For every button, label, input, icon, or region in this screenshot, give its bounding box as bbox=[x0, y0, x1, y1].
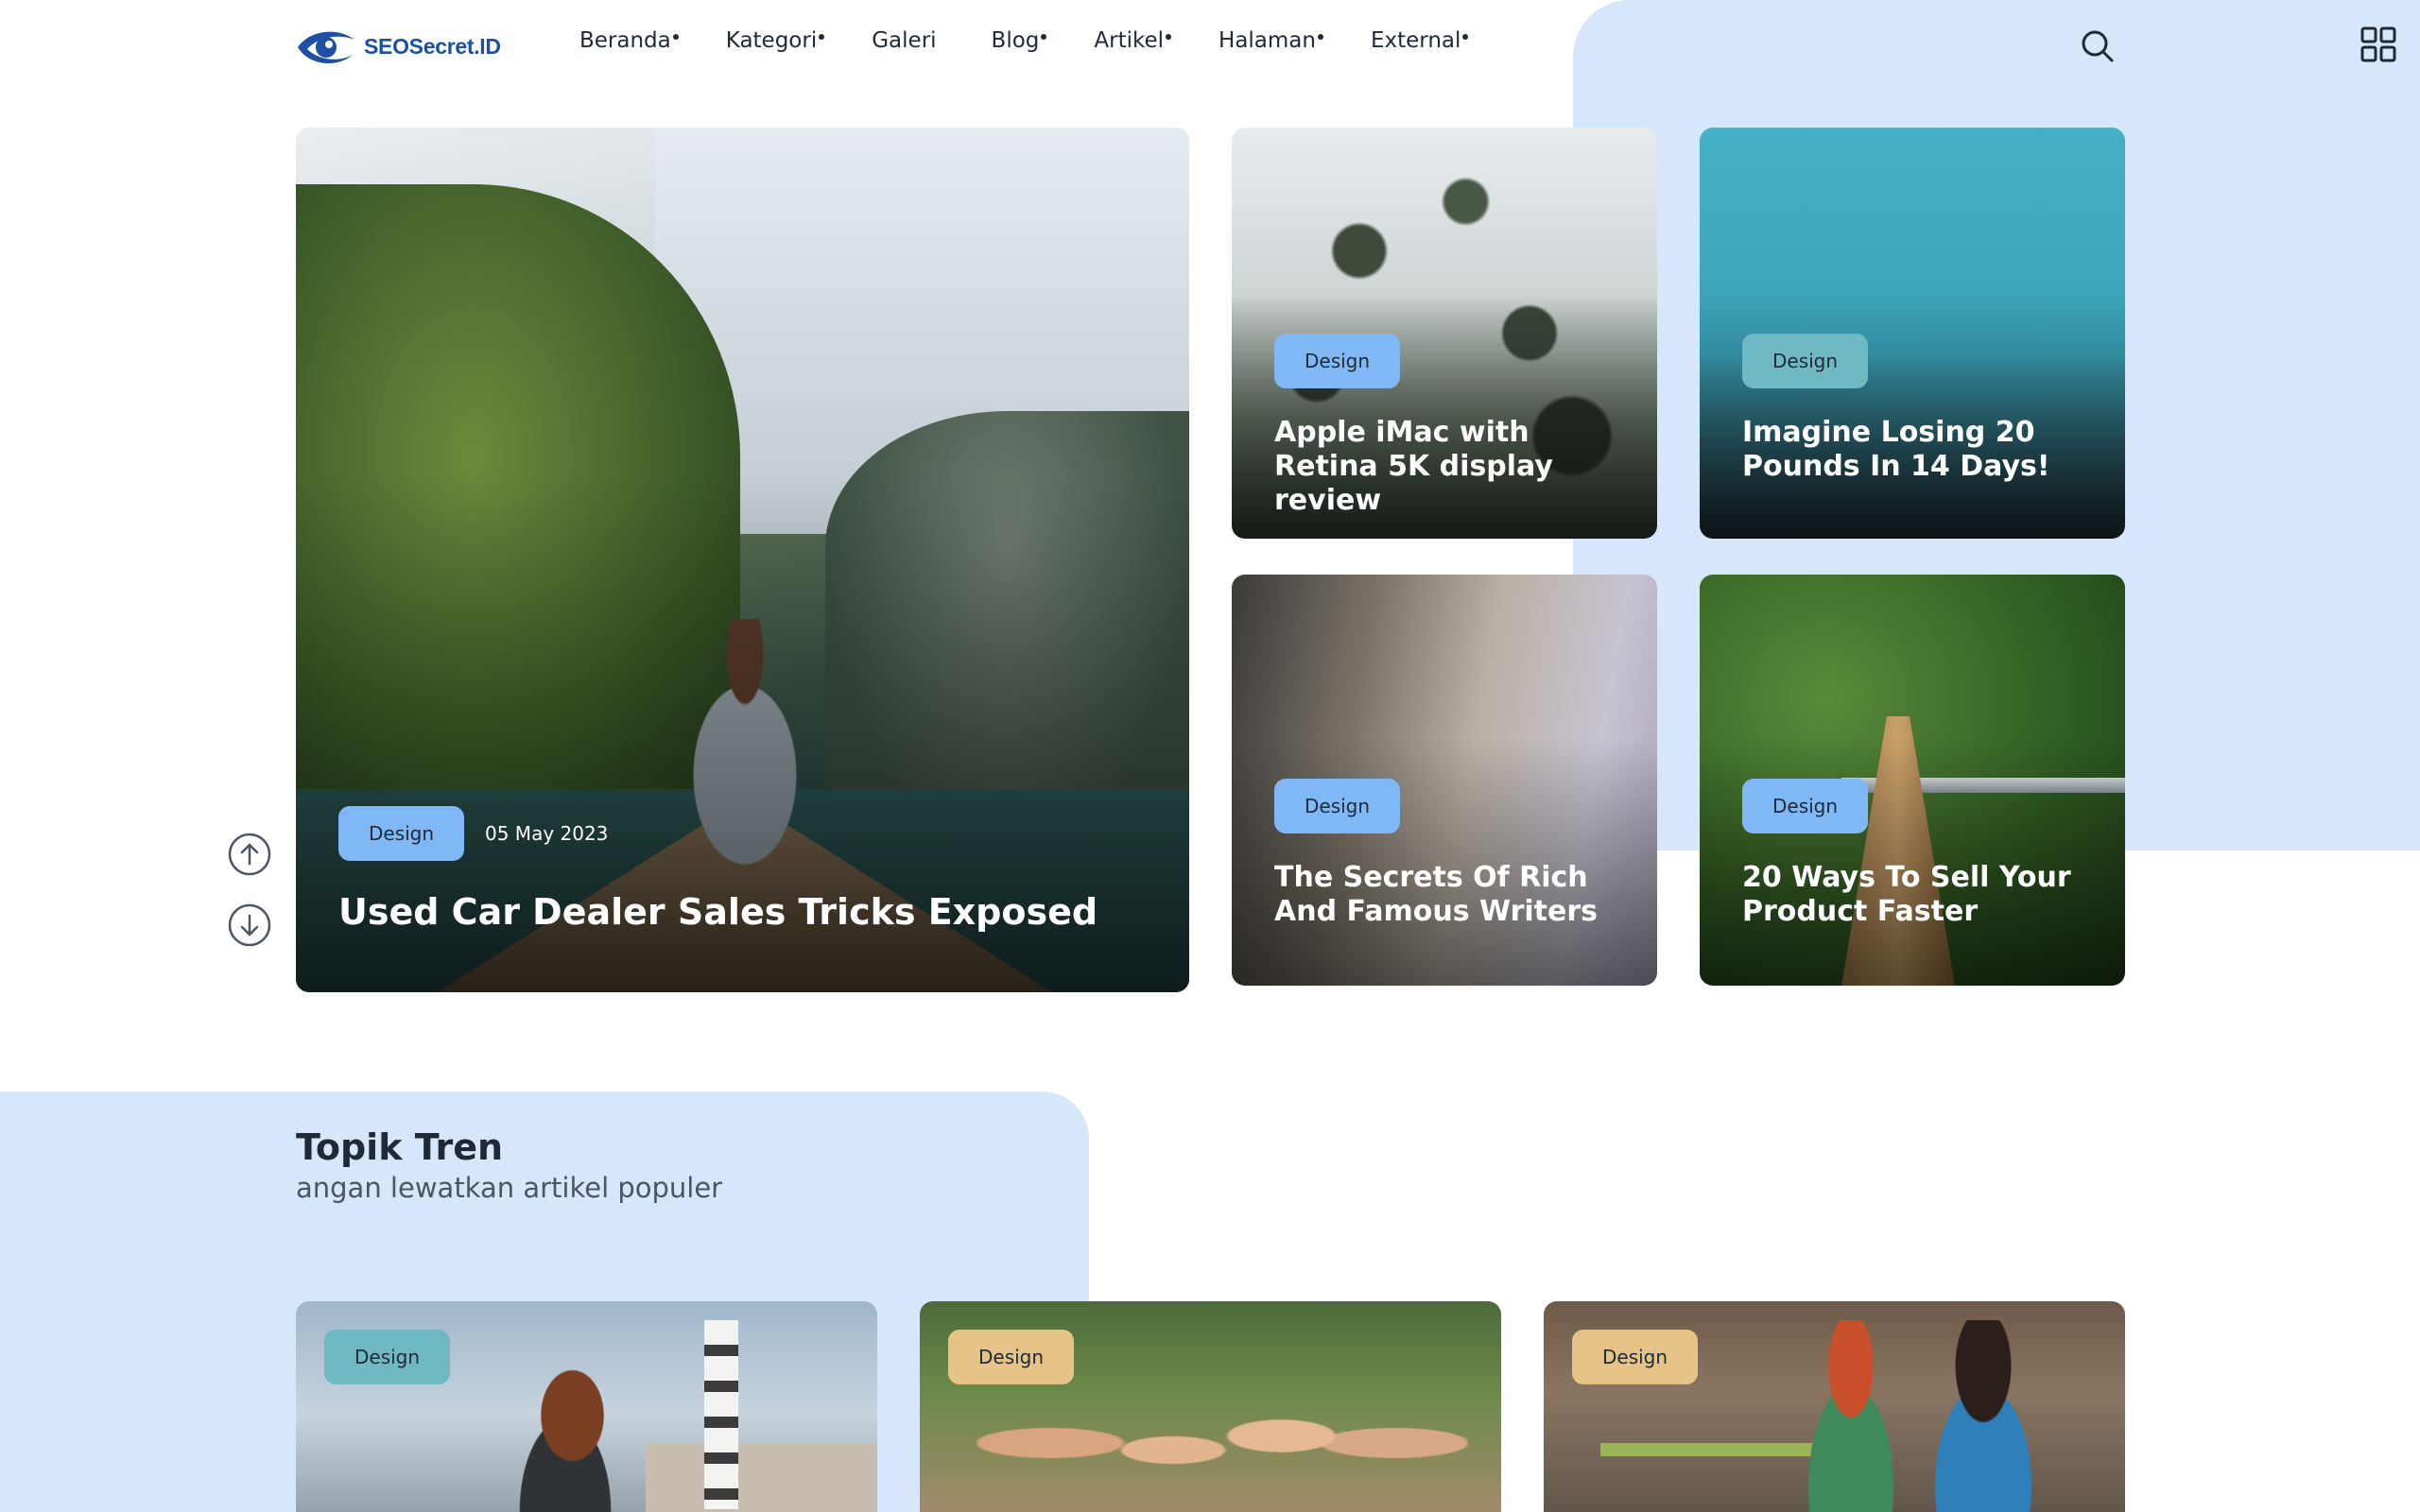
section-subtitle: angan lewatkan artikel populer bbox=[296, 1172, 723, 1204]
post-title[interactable]: Imagine Losing 20 Pounds In 14 Days! bbox=[1742, 416, 2101, 484]
main-nav: Beranda Kategori Galeri Blog Artikel Hal… bbox=[579, 28, 1515, 53]
arrow-down-circle-icon[interactable] bbox=[227, 902, 272, 948]
post-image bbox=[1780, 1320, 1922, 1512]
category-badge[interactable]: Design bbox=[1274, 334, 1401, 388]
dropdown-dot-icon bbox=[819, 34, 825, 40]
dropdown-dot-icon bbox=[1041, 34, 1047, 40]
featured-post-card[interactable]: Design 05 May 2023 Used Car Dealer Sales… bbox=[296, 128, 1189, 992]
post-card[interactable]: Design Apple iMac with Retina 5K display… bbox=[1232, 128, 1657, 539]
post-card[interactable]: Design 20 Ways To Sell Your Product Fast… bbox=[1700, 575, 2125, 986]
nav-item-galeri[interactable]: Galeri bbox=[872, 28, 936, 53]
post-date: 05 May 2023 bbox=[485, 822, 609, 845]
post-title[interactable]: 20 Ways To Sell Your Product Faster bbox=[1742, 861, 2101, 929]
dropdown-dot-icon bbox=[1462, 34, 1469, 40]
site-header: SEOSecret.ID Beranda Kategori Galeri Blo… bbox=[0, 0, 2420, 94]
post-title[interactable]: The Secrets Of Rich And Famous Writers bbox=[1274, 861, 1643, 929]
post-card[interactable]: Design The Secrets Of Rich And Famous Wr… bbox=[1232, 575, 1657, 986]
nav-item-external[interactable]: External bbox=[1371, 28, 1469, 53]
nav-item-beranda[interactable]: Beranda bbox=[579, 28, 679, 53]
post-image bbox=[494, 1367, 636, 1512]
category-badge[interactable]: Design bbox=[338, 806, 465, 861]
dropdown-dot-icon bbox=[1317, 34, 1323, 40]
post-image bbox=[977, 1386, 1468, 1512]
category-badge[interactable]: Design bbox=[324, 1330, 451, 1384]
nav-item-halaman[interactable]: Halaman bbox=[1219, 28, 1323, 53]
post-card[interactable]: Design Imagine Losing 20 Pounds In 14 Da… bbox=[1700, 128, 2125, 539]
nav-item-kategori[interactable]: Kategori bbox=[726, 28, 825, 53]
category-badge[interactable]: Design bbox=[1274, 779, 1401, 833]
post-image bbox=[646, 1443, 877, 1512]
dropdown-dot-icon bbox=[672, 34, 679, 40]
logo-text: SEOSecret.ID bbox=[364, 33, 501, 59]
trending-post-card[interactable]: Design bbox=[1544, 1301, 2125, 1512]
arrow-up-circle-icon[interactable] bbox=[227, 832, 272, 877]
trending-post-card[interactable]: Design bbox=[920, 1301, 1501, 1512]
nav-item-blog[interactable]: Blog bbox=[992, 28, 1047, 53]
dropdown-dot-icon bbox=[1166, 34, 1172, 40]
post-title[interactable]: Apple iMac with Retina 5K display review bbox=[1274, 416, 1634, 518]
category-badge[interactable]: Design bbox=[1742, 779, 1869, 833]
eye-logo-icon bbox=[298, 31, 354, 64]
category-badge[interactable]: Design bbox=[1572, 1330, 1699, 1384]
site-logo[interactable]: SEOSecret.ID bbox=[296, 23, 501, 70]
category-badge[interactable]: Design bbox=[948, 1330, 1075, 1384]
section-title: Topik Tren bbox=[296, 1126, 504, 1168]
post-image bbox=[1903, 1320, 2064, 1512]
nav-item-artikel[interactable]: Artikel bbox=[1094, 28, 1172, 53]
featured-post-title[interactable]: Used Car Dealer Sales Tricks Exposed bbox=[338, 891, 1098, 935]
category-badge[interactable]: Design bbox=[1742, 334, 1869, 388]
grid-icon[interactable] bbox=[2360, 26, 2397, 63]
post-image bbox=[704, 1320, 738, 1509]
trending-post-card[interactable]: Design bbox=[296, 1301, 877, 1512]
search-icon[interactable] bbox=[2078, 26, 2116, 64]
